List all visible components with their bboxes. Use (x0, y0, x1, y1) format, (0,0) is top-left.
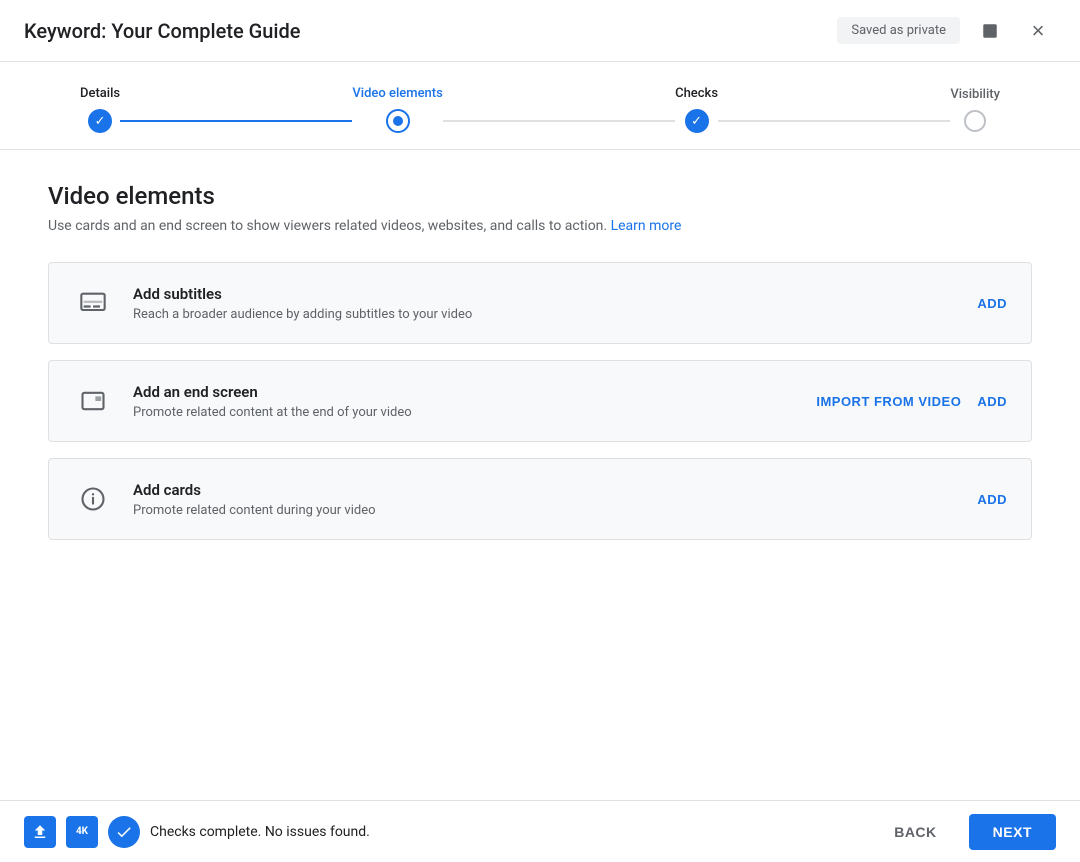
step-checks-circle: ✓ (685, 109, 709, 133)
section-title: Video elements (48, 182, 1032, 210)
step-details-circle: ✓ (88, 109, 112, 133)
upload-icon (24, 816, 56, 848)
svg-text:!: ! (989, 26, 992, 36)
stepper: Details ✓ Video elements Checks ✓ Visibi… (80, 86, 1000, 133)
back-button[interactable]: BACK (878, 816, 952, 848)
end-screen-icon (73, 381, 113, 421)
section-description: Use cards and an end screen to show view… (48, 218, 1032, 234)
alert-icon: ! (981, 22, 999, 40)
end-screen-card: Add an end screen Promote related conten… (48, 360, 1032, 442)
step-checks[interactable]: Checks ✓ (675, 86, 718, 133)
cards-card-text: Add cards Promote related content during… (133, 481, 977, 518)
step-video-elements-label: Video elements (352, 86, 442, 101)
header: Keyword: Your Complete Guide Saved as pr… (0, 0, 1080, 62)
subtitles-actions: ADD (977, 296, 1007, 311)
cards-desc: Promote related content during your vide… (133, 503, 977, 518)
step-visibility-circle (964, 110, 986, 132)
cards-icon (73, 479, 113, 519)
end-screen-title: Add an end screen (133, 383, 816, 401)
step-video-elements[interactable]: Video elements (352, 86, 442, 133)
hd-icon: 4K (66, 816, 98, 848)
subtitles-card-text: Add subtitles Reach a broader audience b… (133, 285, 977, 322)
step-line-1 (120, 120, 352, 122)
subtitles-desc: Reach a broader audience by adding subti… (133, 307, 977, 322)
footer: 4K Checks complete. No issues found. BAC… (0, 800, 1080, 862)
subtitles-title: Add subtitles (133, 285, 977, 303)
step-visibility[interactable]: Visibility (950, 87, 1000, 132)
next-button[interactable]: NEXT (969, 814, 1056, 850)
page-title: Keyword: Your Complete Guide (24, 19, 301, 43)
step-details[interactable]: Details ✓ (80, 86, 120, 133)
end-screen-card-text: Add an end screen Promote related conten… (133, 383, 816, 420)
alert-button[interactable]: ! (972, 13, 1008, 49)
footer-status: Checks complete. No issues found. (150, 824, 370, 840)
cards-title: Add cards (133, 481, 977, 499)
main-content: Video elements Use cards and an end scre… (0, 150, 1080, 800)
import-from-video-button[interactable]: IMPORT FROM VIDEO (816, 394, 961, 409)
step-checks-label: Checks (675, 86, 718, 101)
learn-more-link[interactable]: Learn more (611, 218, 682, 234)
step-visibility-label: Visibility (950, 87, 1000, 102)
saved-badge: Saved as private (837, 17, 960, 44)
stepper-container: Details ✓ Video elements Checks ✓ Visibi… (0, 62, 1080, 150)
step-details-label: Details (80, 86, 120, 101)
subtitles-card: Add subtitles Reach a broader audience b… (48, 262, 1032, 344)
end-screen-add-button[interactable]: ADD (977, 394, 1007, 409)
end-screen-actions: IMPORT FROM VIDEO ADD (816, 394, 1007, 409)
subtitles-icon (73, 283, 113, 323)
footer-right: BACK NEXT (878, 814, 1056, 850)
close-button[interactable]: × (1020, 13, 1056, 49)
check-icon (108, 816, 140, 848)
end-screen-desc: Promote related content at the end of yo… (133, 405, 816, 420)
step-line-3 (718, 120, 950, 122)
close-icon: × (1032, 18, 1045, 44)
step-line-2 (443, 120, 675, 122)
subtitles-add-button[interactable]: ADD (977, 296, 1007, 311)
step-video-elements-circle (386, 109, 410, 133)
cards-actions: ADD (977, 492, 1007, 507)
cards-add-button[interactable]: ADD (977, 492, 1007, 507)
footer-left: 4K Checks complete. No issues found. (24, 816, 878, 848)
cards-card: Add cards Promote related content during… (48, 458, 1032, 540)
header-right: Saved as private ! × (837, 13, 1056, 49)
